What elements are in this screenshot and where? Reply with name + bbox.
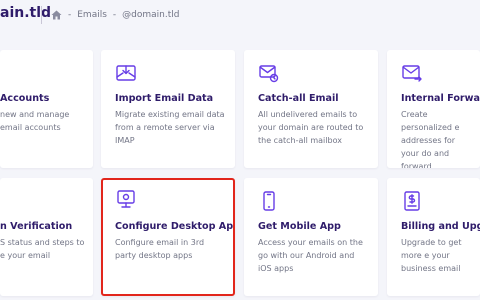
card-import-email-data[interactable]: Import Email Data Migrate existing email… xyxy=(101,50,235,168)
divider xyxy=(41,6,42,24)
top-bar: ain.tld - Emails - @domain.tld xyxy=(0,0,480,30)
domain-title: ain.tld xyxy=(0,5,52,21)
card-verification[interactable]: n Verification S status and steps to e y… xyxy=(0,178,93,296)
card-description: new and manage email accounts xyxy=(0,110,70,132)
card-title: Billing and Upgrade xyxy=(401,221,480,232)
card-description: Configure email in 3rd party desktop app… xyxy=(115,238,205,260)
card-billing-and-upgrade[interactable]: Billing and Upgrade Upgrade to get more … xyxy=(387,178,480,296)
breadcrumb-separator: - xyxy=(112,10,117,20)
card-title: Get Mobile App xyxy=(258,221,341,232)
breadcrumb-item-domain: @domain.tld xyxy=(122,10,180,20)
catch-all-icon xyxy=(258,62,280,84)
card-configure-desktop-app[interactable]: Configure Desktop App Configure email in… xyxy=(101,178,235,296)
card-description: Create personalized e addresses for your… xyxy=(401,110,460,168)
breadcrumb-item-emails[interactable]: Emails xyxy=(77,10,107,20)
card-description: Migrate existing email data from a remot… xyxy=(115,110,225,145)
card-description: Access your emails on the go with our An… xyxy=(258,238,363,273)
card-title: Catch-all Email xyxy=(258,93,339,104)
card-catch-all-email[interactable]: Catch-all Email All undelivered emails t… xyxy=(244,50,378,168)
desktop-icon xyxy=(115,188,137,210)
card-description: S status and steps to e your email xyxy=(0,238,85,260)
import-mail-icon xyxy=(115,62,137,84)
card-description: Upgrade to get more e your business emai… xyxy=(401,238,462,273)
card-title: Configure Desktop App xyxy=(115,221,235,232)
card-internal-forwarding[interactable]: Internal Forwarding Create personalized … xyxy=(387,50,480,168)
card-get-mobile-app[interactable]: Get Mobile App Access your emails on the… xyxy=(244,178,378,296)
breadcrumb-separator: - xyxy=(68,10,72,20)
forward-mail-icon xyxy=(401,62,423,84)
breadcrumb: - Emails - @domain.tld xyxy=(51,8,179,22)
card-title: Import Email Data xyxy=(115,93,214,104)
card-title: Accounts xyxy=(0,93,50,104)
card-accounts[interactable]: Accounts new and manage email accounts xyxy=(0,50,93,168)
billing-icon xyxy=(401,190,423,212)
mobile-icon xyxy=(258,190,280,212)
home-icon[interactable] xyxy=(51,10,62,20)
card-description: All undelivered emails to your domain ar… xyxy=(258,110,364,145)
card-title: n Verification xyxy=(0,221,73,232)
card-title: Internal Forwarding xyxy=(401,93,480,104)
